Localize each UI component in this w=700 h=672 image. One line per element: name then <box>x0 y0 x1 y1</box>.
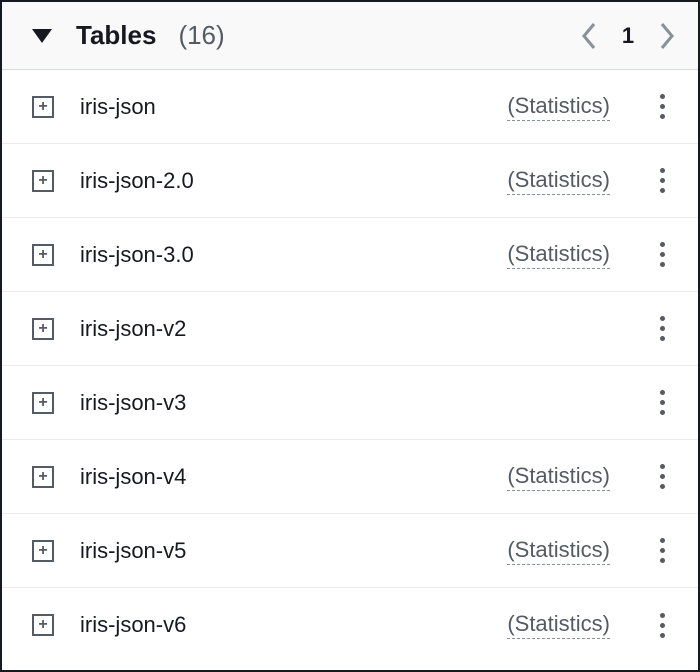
plus-icon: + <box>38 469 47 485</box>
prev-page-button[interactable] <box>580 21 598 51</box>
plus-icon: + <box>38 395 47 411</box>
dot-icon <box>660 633 665 638</box>
statistics-link[interactable]: (Statistics) <box>507 93 610 121</box>
dot-icon <box>660 104 665 109</box>
plus-icon: + <box>38 321 47 337</box>
expand-icon[interactable]: + <box>32 96 54 118</box>
statistics-link[interactable]: (Statistics) <box>507 537 610 565</box>
dot-icon <box>660 613 665 618</box>
chevron-left-icon <box>580 21 598 51</box>
pager: 1 <box>580 21 676 51</box>
dot-icon <box>660 538 665 543</box>
row-menu-button[interactable] <box>648 94 676 119</box>
table-row: + iris-json-v4 (Statistics) <box>2 440 698 514</box>
dot-icon <box>660 400 665 405</box>
dot-icon <box>660 558 665 563</box>
table-rows: + iris-json (Statistics) + iris-json-2.0 (Sta… <box>2 70 698 662</box>
dot-icon <box>660 474 665 479</box>
plus-icon: + <box>38 247 47 263</box>
expand-icon[interactable]: + <box>32 170 54 192</box>
dot-icon <box>660 410 665 415</box>
dot-icon <box>660 188 665 193</box>
row-menu-button[interactable] <box>648 242 676 267</box>
statistics-link[interactable]: (Statistics) <box>507 167 610 195</box>
dot-icon <box>660 242 665 247</box>
tables-header: Tables (16) 1 <box>2 2 698 70</box>
panel-title: Tables <box>76 20 156 51</box>
dot-icon <box>660 252 665 257</box>
table-name[interactable]: iris-json-2.0 <box>80 168 485 194</box>
dot-icon <box>660 484 665 489</box>
dot-icon <box>660 178 665 183</box>
plus-icon: + <box>38 99 47 115</box>
table-name[interactable]: iris-json-v2 <box>80 316 610 342</box>
panel-count: (16) <box>178 20 564 51</box>
expand-icon[interactable]: + <box>32 244 54 266</box>
plus-icon: + <box>38 543 47 559</box>
table-row: + iris-json-v6 (Statistics) <box>2 588 698 662</box>
next-page-button[interactable] <box>658 21 676 51</box>
dot-icon <box>660 316 665 321</box>
table-name[interactable]: iris-json-v6 <box>80 612 485 638</box>
dot-icon <box>660 168 665 173</box>
table-row: + iris-json-2.0 (Statistics) <box>2 144 698 218</box>
table-name[interactable]: iris-json-3.0 <box>80 242 485 268</box>
dot-icon <box>660 548 665 553</box>
table-name[interactable]: iris-json-v4 <box>80 464 485 490</box>
row-menu-button[interactable] <box>648 538 676 563</box>
expand-icon[interactable]: + <box>32 614 54 636</box>
table-name[interactable]: iris-json <box>80 94 485 120</box>
chevron-right-icon <box>658 21 676 51</box>
dot-icon <box>660 464 665 469</box>
tables-panel: Tables (16) 1 + iris-json (Statistics) + iri… <box>0 0 700 672</box>
dot-icon <box>660 336 665 341</box>
table-row: + iris-json-v5 (Statistics) <box>2 514 698 588</box>
statistics-link[interactable]: (Statistics) <box>507 463 610 491</box>
row-menu-button[interactable] <box>648 464 676 489</box>
plus-icon: + <box>38 173 47 189</box>
row-menu-button[interactable] <box>648 168 676 193</box>
statistics-link[interactable]: (Statistics) <box>507 611 610 639</box>
dot-icon <box>660 262 665 267</box>
dot-icon <box>660 94 665 99</box>
table-row: + iris-json (Statistics) <box>2 70 698 144</box>
dot-icon <box>660 326 665 331</box>
row-menu-button[interactable] <box>648 390 676 415</box>
dot-icon <box>660 114 665 119</box>
table-row: + iris-json-v2 <box>2 292 698 366</box>
expand-icon[interactable]: + <box>32 466 54 488</box>
table-name[interactable]: iris-json-v5 <box>80 538 485 564</box>
table-name[interactable]: iris-json-v3 <box>80 390 610 416</box>
dot-icon <box>660 623 665 628</box>
collapse-caret-icon[interactable] <box>32 29 52 43</box>
dot-icon <box>660 390 665 395</box>
row-menu-button[interactable] <box>648 613 676 638</box>
expand-icon[interactable]: + <box>32 540 54 562</box>
page-number: 1 <box>618 23 638 49</box>
expand-icon[interactable]: + <box>32 318 54 340</box>
statistics-link[interactable]: (Statistics) <box>507 241 610 269</box>
expand-icon[interactable]: + <box>32 392 54 414</box>
table-row: + iris-json-v3 <box>2 366 698 440</box>
plus-icon: + <box>38 617 47 633</box>
table-row: + iris-json-3.0 (Statistics) <box>2 218 698 292</box>
row-menu-button[interactable] <box>648 316 676 341</box>
